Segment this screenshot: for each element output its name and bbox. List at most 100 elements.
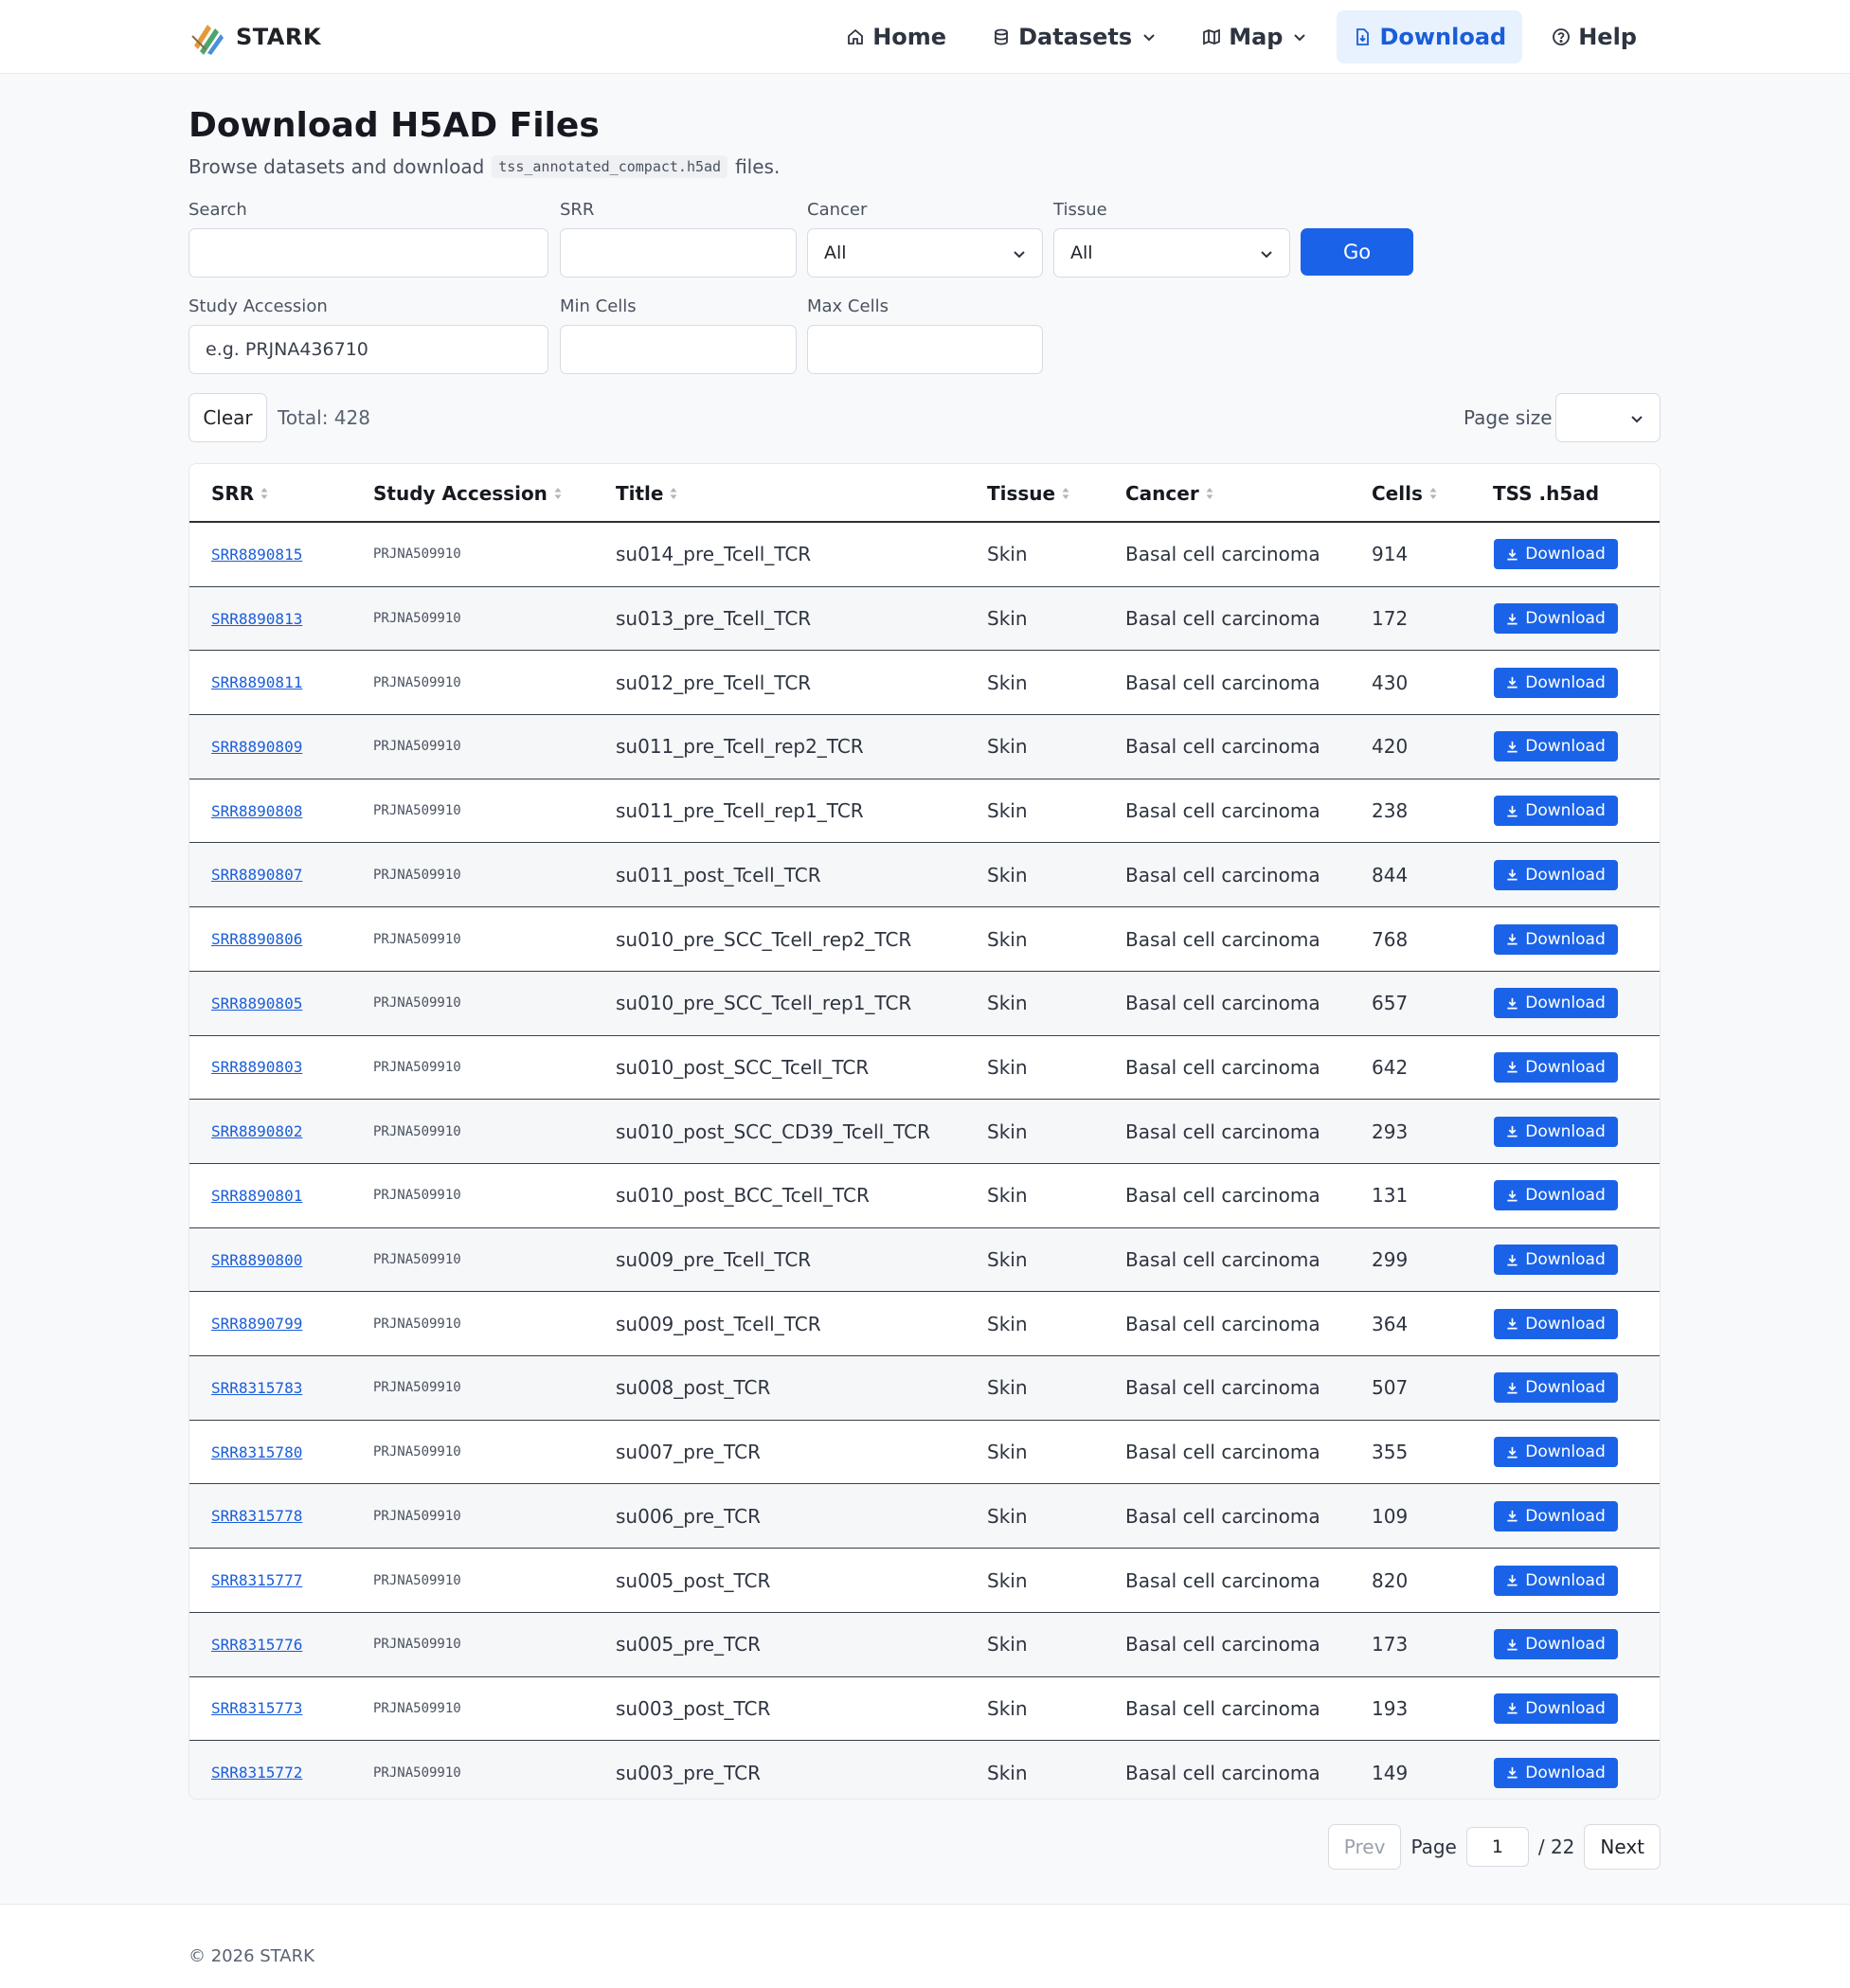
download-button[interactable]: Download [1494,1372,1618,1404]
download-button[interactable]: Download [1494,1308,1618,1339]
chevron-down-icon [1261,251,1272,259]
srr-link[interactable]: SRR8890815 [211,546,302,564]
download-button-label: Download [1525,994,1606,1013]
srr-input[interactable] [560,228,797,278]
download-button[interactable]: Download [1494,731,1618,762]
th-title[interactable]: Title [616,464,678,523]
srr-link[interactable]: SRR8890813 [211,610,302,628]
next-button[interactable]: Next [1584,1824,1661,1870]
cell-tissue: Skin [987,1312,1028,1335]
cell-srr[interactable]: SRR8890807 [211,844,302,907]
cell-srr[interactable]: SRR8890808 [211,779,302,843]
table-row: SRR8890808 PRJNA509910 su011_pre_Tcell_rep… [189,779,1660,844]
download-button-label: Download [1525,737,1606,757]
page-size-select[interactable] [1555,393,1661,442]
sort-icon [670,488,677,499]
srr-link[interactable]: SRR8890799 [211,1315,302,1333]
th-srr[interactable]: SRR [211,464,269,523]
nav-datasets[interactable]: Datasets [976,10,1173,63]
search-input[interactable] [189,228,548,278]
go-button[interactable]: Go [1301,228,1413,276]
cell-title: su010_pre_SCC_Tcell_rep2_TCR [616,927,912,951]
download-button[interactable]: Download [1494,1245,1618,1276]
cancer-select[interactable]: All [807,228,1043,278]
cell-srr[interactable]: SRR8890813 [211,587,302,651]
cell-srr[interactable]: SRR8890805 [211,972,302,1035]
th-cancer[interactable]: Cancer [1125,464,1214,523]
download-button-label: Download [1525,865,1606,885]
cell-srr[interactable]: SRR8315783 [211,1356,302,1420]
main-nav: Home Datasets Map Download Help [830,10,1653,63]
srr-link[interactable]: SRR8315778 [211,1507,302,1525]
th-cells[interactable]: Cells [1372,464,1438,523]
nav-home[interactable]: Home [830,10,962,63]
clear-button[interactable]: Clear [189,393,267,442]
download-button[interactable]: Download [1494,1692,1618,1724]
download-button[interactable]: Download [1494,796,1618,827]
min-cells-input[interactable] [560,325,797,374]
download-button[interactable]: Download [1494,1629,1618,1660]
cell-srr[interactable]: SRR8315778 [211,1485,302,1549]
download-button[interactable]: Download [1494,603,1618,635]
cell-srr[interactable]: SRR8890811 [211,651,302,714]
cell-srr[interactable]: SRR8315772 [211,1741,302,1799]
nav-map[interactable]: Map [1186,10,1323,63]
cell-cancer: Basal cell carcinoma [1125,1119,1320,1143]
download-button[interactable]: Download [1494,988,1618,1019]
download-button-label: Download [1525,1314,1606,1334]
download-button[interactable]: Download [1494,1116,1618,1147]
cell-srr[interactable]: SRR8315780 [211,1421,302,1484]
cell-title: su011_pre_Tcell_rep1_TCR [616,799,864,823]
srr-link[interactable]: SRR8315780 [211,1443,302,1461]
max-cells-input[interactable] [807,325,1043,374]
cell-srr[interactable]: SRR8890806 [211,907,302,971]
download-button[interactable]: Download [1494,1051,1618,1083]
srr-link[interactable]: SRR8890806 [211,930,302,948]
cell-srr[interactable]: SRR8890802 [211,1100,302,1163]
download-button[interactable]: Download [1494,667,1618,698]
cell-srr[interactable]: SRR8890809 [211,715,302,779]
srr-link[interactable]: SRR8315783 [211,1379,302,1397]
cell-srr[interactable]: SRR8890800 [211,1228,302,1292]
th-tissue[interactable]: Tissue [987,464,1070,523]
srr-link[interactable]: SRR8890811 [211,673,302,691]
download-icon [1507,1767,1518,1779]
cell-cells: 364 [1372,1312,1409,1335]
download-button[interactable]: Download [1494,1565,1618,1596]
srr-link[interactable]: SRR8890808 [211,802,302,820]
download-button[interactable]: Download [1494,1757,1618,1788]
prev-button[interactable]: Prev [1327,1824,1402,1870]
cell-srr[interactable]: SRR8315776 [211,1613,302,1676]
th-study[interactable]: Study Accession [373,464,563,523]
download-button[interactable]: Download [1494,859,1618,890]
cell-title: su010_post_SCC_CD39_Tcell_TCR [616,1119,931,1143]
cell-srr[interactable]: SRR8890801 [211,1164,302,1227]
download-button[interactable]: Download [1494,1437,1618,1468]
cell-srr[interactable]: SRR8890815 [211,523,302,586]
tissue-select[interactable]: All [1053,228,1290,278]
nav-download[interactable]: Download [1337,10,1523,63]
srr-link[interactable]: SRR8890802 [211,1122,302,1140]
srr-link[interactable]: SRR8890809 [211,738,302,756]
cell-srr[interactable]: SRR8315773 [211,1677,302,1741]
brand[interactable]: STARK [189,17,321,57]
study-accession-input[interactable]: e.g. PRJNA436710 [189,325,548,374]
srr-link[interactable]: SRR8315776 [211,1636,302,1654]
srr-link[interactable]: SRR8315773 [211,1699,302,1717]
nav-help[interactable]: Help [1536,10,1653,63]
srr-link[interactable]: SRR8890803 [211,1058,302,1076]
srr-link[interactable]: SRR8315772 [211,1764,302,1782]
srr-link[interactable]: SRR8315777 [211,1571,302,1589]
download-button[interactable]: Download [1494,923,1618,955]
srr-link[interactable]: SRR8890800 [211,1251,302,1269]
page-number-input[interactable]: 1 [1465,1827,1529,1867]
srr-link[interactable]: SRR8890807 [211,866,302,884]
srr-link[interactable]: SRR8890801 [211,1187,302,1205]
cell-srr[interactable]: SRR8315777 [211,1549,302,1612]
download-button[interactable]: Download [1494,1180,1618,1211]
cell-srr[interactable]: SRR8890799 [211,1292,302,1355]
cell-srr[interactable]: SRR8890803 [211,1036,302,1100]
srr-link[interactable]: SRR8890805 [211,994,302,1012]
download-button[interactable]: Download [1494,1500,1618,1531]
download-button[interactable]: Download [1494,539,1618,570]
